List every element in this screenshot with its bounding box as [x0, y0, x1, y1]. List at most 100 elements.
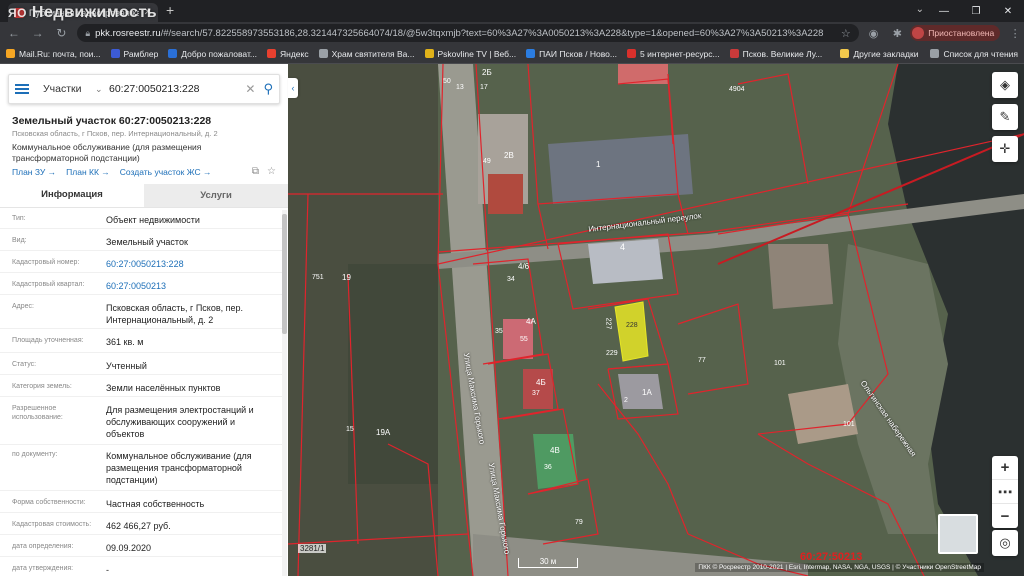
cadastral-quarter-link[interactable]: 60:27:0050213	[106, 280, 272, 292]
parcel-label[interactable]: 4Б	[536, 378, 546, 387]
bookmark-item[interactable]: ПАИ Псков / Ново...	[526, 49, 617, 59]
minimap-thumbnail[interactable]	[938, 514, 978, 554]
parcel-label[interactable]: 2Б	[482, 68, 492, 77]
zoom-more-icon[interactable]: ⋯	[992, 480, 1018, 504]
bookmark-icon	[424, 49, 434, 58]
panel-scrollbar[interactable]	[282, 210, 287, 576]
parcel-label[interactable]: 19А	[376, 428, 390, 437]
reading-list[interactable]: Список для чтения	[930, 49, 1018, 59]
parcel-label[interactable]: 4904	[729, 86, 745, 93]
tab-services[interactable]: Услуги	[144, 184, 288, 207]
other-bookmarks[interactable]: Другие закладки	[840, 49, 918, 59]
parcel-label[interactable]: 751	[312, 274, 324, 281]
copy-icon[interactable]: ⧉	[252, 166, 259, 177]
zoom-in-icon[interactable]: +	[992, 456, 1018, 480]
bookmark-item[interactable]: Mail.Ru: почта, пои...	[6, 49, 101, 59]
parcel-label[interactable]: 34	[507, 276, 515, 283]
parcel-label[interactable]: 4/6	[518, 262, 529, 271]
bookmark-item[interactable]: 5 интернет-ресурс...	[627, 49, 720, 59]
building	[523, 369, 553, 409]
parcel-label[interactable]: 15	[346, 426, 354, 433]
property-value: 361 кв. м	[106, 337, 144, 347]
parcel-label[interactable]: 36	[544, 464, 552, 471]
parcel-title: Земельный участок 60:27:0050213:228	[12, 115, 212, 127]
close-window-icon[interactable]: ✕	[992, 0, 1024, 22]
menu-icon[interactable]	[15, 84, 29, 94]
zoom-out-icon[interactable]: −	[992, 504, 1018, 528]
parcel-label[interactable]: 101	[843, 421, 855, 428]
parcel-label[interactable]: 55	[520, 336, 528, 343]
parcel-label[interactable]: 2В	[504, 151, 514, 160]
window-controls: — ❐ ✕	[928, 0, 1024, 22]
divider	[0, 396, 282, 397]
plan-zu-link[interactable]: План ЗУ →	[12, 167, 56, 177]
minimize-icon[interactable]: —	[928, 0, 960, 22]
parcel-label[interactable]: 1	[596, 160, 600, 169]
clear-icon[interactable]: ✕	[245, 82, 255, 96]
parcel-label[interactable]: 79	[575, 519, 583, 526]
scrollbar-thumb[interactable]	[282, 214, 287, 334]
bookmark-item[interactable]: Pskovline TV | Веб...	[424, 49, 516, 59]
folder-icon	[840, 49, 850, 58]
favorite-star-icon[interactable]: ☆	[267, 166, 276, 177]
property-value: Коммунальное обслуживание (для размещени…	[106, 451, 252, 485]
reload-icon[interactable]: ↻	[52, 23, 72, 43]
parcel-label[interactable]: 2	[624, 397, 628, 404]
watermark-brand: Недвижимость	[31, 4, 158, 21]
chevron-down-icon[interactable]: ⌄	[95, 84, 109, 95]
parcel-label[interactable]: 49	[483, 158, 491, 165]
parcel-label[interactable]: 13	[456, 84, 464, 91]
search-type-select[interactable]: Участки	[43, 83, 95, 95]
profile-button[interactable]: Приостановлена	[910, 25, 1001, 41]
new-tab-icon[interactable]: +	[166, 2, 174, 18]
parcel-label[interactable]: 77	[698, 357, 706, 364]
tab-search-icon[interactable]: ⌄	[916, 4, 924, 15]
collapse-panel-icon[interactable]: ‹	[288, 78, 298, 98]
divider	[0, 374, 282, 375]
locate-icon[interactable]: ✛	[992, 136, 1018, 162]
map-view[interactable]: Интернациональный переулок Улица Максима…	[288, 64, 1024, 576]
parcel-label[interactable]: 35	[495, 328, 503, 335]
card-links: План ЗУ → План КК → Создать участок ЖС →	[12, 167, 211, 177]
map-scale: 30 м	[518, 558, 578, 568]
address-bar[interactable]: 🔒︎ pkk.rosreestr.ru/#/search/57.82255897…	[77, 24, 859, 42]
ruler-icon[interactable]: ✎	[992, 104, 1018, 130]
cadastral-number-link[interactable]: 60:27:0050213:228	[106, 258, 272, 270]
more-menu-icon[interactable]: ⋮	[1006, 24, 1024, 42]
quarter-label: 60:27:50213	[800, 551, 863, 563]
plan-kk-link[interactable]: План КК →	[66, 167, 110, 177]
parcel-label[interactable]: 101	[774, 360, 786, 367]
building	[588, 239, 663, 284]
puzzle-icon[interactable]: ✱	[888, 24, 906, 42]
bookmark-item[interactable]: Яндекс	[267, 49, 309, 59]
selected-parcel-label[interactable]: 228	[626, 322, 638, 329]
layers-icon[interactable]: ◈	[992, 72, 1018, 98]
parcel-label[interactable]: 4В	[550, 446, 560, 455]
parcel-address: Псковская область, г Псков, пер. Интерна…	[12, 129, 218, 138]
restore-icon[interactable]: ❐	[960, 0, 992, 22]
create-parcel-link[interactable]: Создать участок ЖС →	[120, 167, 212, 177]
bookmark-item[interactable]: Добро пожаловат...	[168, 49, 257, 59]
search-icon[interactable]: ⚲	[263, 81, 273, 97]
back-icon[interactable]: ←	[4, 23, 24, 43]
bookmark-star-icon[interactable]: ☆	[841, 27, 851, 40]
parcel-label[interactable]: 4	[620, 242, 625, 252]
parcel-label[interactable]: 227	[604, 318, 611, 330]
parcel-label[interactable]: 50	[443, 78, 451, 85]
parcel-label[interactable]: 1А	[642, 388, 652, 397]
parcel-label[interactable]: 17	[480, 84, 488, 91]
parcel-label[interactable]: 4А	[526, 317, 536, 326]
building	[788, 384, 858, 444]
tab-info[interactable]: Информация	[0, 184, 144, 207]
parcel-label[interactable]: 37	[532, 390, 540, 397]
extension-icon[interactable]: ◉	[865, 24, 883, 42]
bookmark-item[interactable]: Храм святителя Ва...	[318, 49, 415, 59]
lock-icon[interactable]: 🔒︎	[85, 28, 90, 39]
parcel-label[interactable]: 229	[606, 350, 618, 357]
parcel-label[interactable]: 19	[342, 273, 351, 282]
search-input[interactable]	[109, 83, 246, 95]
compass-icon[interactable]: ◎	[992, 530, 1018, 556]
bookmark-item[interactable]: Рамблер	[110, 49, 158, 59]
forward-icon[interactable]: →	[28, 23, 48, 43]
bookmark-item[interactable]: Псков. Великие Лу...	[729, 49, 822, 59]
